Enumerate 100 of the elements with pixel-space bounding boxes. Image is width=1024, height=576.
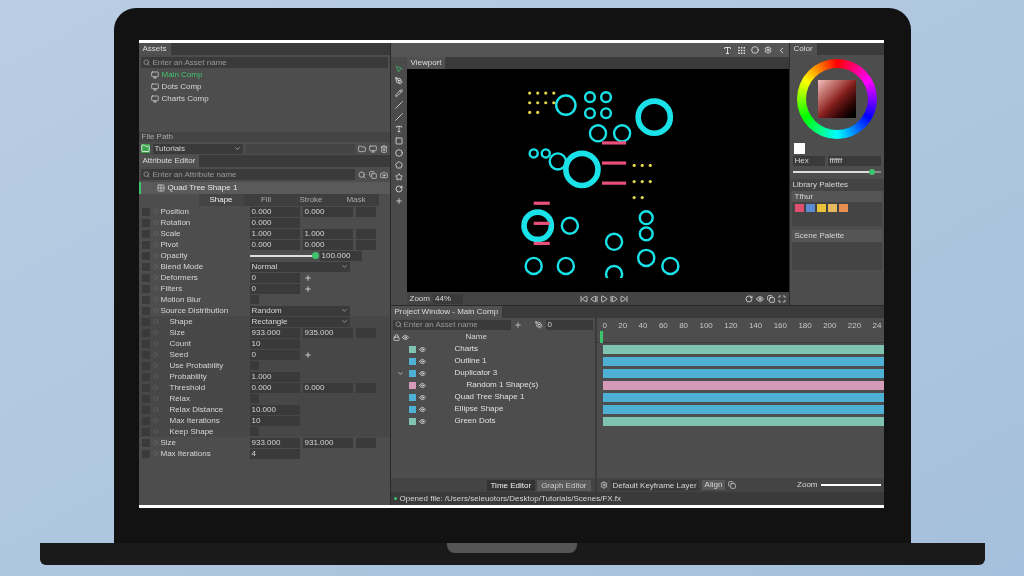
pentagon-icon[interactable] bbox=[394, 161, 403, 169]
editor-tab[interactable]: Graph Editor bbox=[537, 479, 591, 491]
number-field[interactable]: 931.000 bbox=[302, 437, 353, 448]
zoom-dropdown[interactable]: 44% bbox=[432, 293, 463, 304]
pencil-icon[interactable] bbox=[394, 89, 403, 97]
layer-row[interactable]: Green Dots bbox=[390, 415, 595, 427]
text-icon[interactable] bbox=[722, 45, 732, 55]
layer-track[interactable] bbox=[602, 344, 884, 354]
number-field[interactable]: 1.000 bbox=[249, 228, 300, 239]
layer-row[interactable]: Random 1 Shape(s) bbox=[390, 379, 595, 391]
palette-swatch[interactable] bbox=[816, 204, 826, 212]
palette-swatch[interactable] bbox=[827, 204, 837, 212]
number-field[interactable]: 100.000 bbox=[319, 250, 362, 261]
eye-icon[interactable] bbox=[755, 294, 764, 303]
search-field[interactable]: Enter an Asset name bbox=[140, 57, 388, 68]
number-field[interactable]: 10 bbox=[249, 415, 300, 426]
number-field[interactable]: 0 bbox=[249, 283, 300, 294]
rectangle-icon[interactable] bbox=[394, 137, 403, 145]
search-field[interactable]: Enter an Attribute name bbox=[140, 169, 355, 180]
panel-tab[interactable]: Project Window - Main Comp bbox=[390, 306, 503, 318]
star-icon[interactable] bbox=[394, 173, 403, 181]
keyframe-layer-dropdown[interactable]: Default Keyframe Layer bbox=[610, 479, 699, 491]
eye-icon[interactable] bbox=[418, 369, 426, 377]
pen-icon[interactable] bbox=[394, 77, 403, 85]
slider-thumb[interactable] bbox=[311, 251, 319, 259]
skip-forward-icon[interactable] bbox=[619, 294, 628, 303]
panel-tab[interactable]: Color bbox=[789, 43, 817, 55]
lock-icon[interactable] bbox=[392, 333, 400, 341]
attribute-tab[interactable]: Fill bbox=[243, 194, 289, 206]
layer-track[interactable] bbox=[602, 416, 884, 426]
layer-row[interactable]: Ellipse Shape bbox=[390, 403, 595, 415]
add-icon[interactable] bbox=[513, 320, 522, 329]
eye-icon[interactable] bbox=[418, 345, 426, 353]
add-icon[interactable] bbox=[303, 350, 312, 359]
layer-row[interactable]: Quad Tree Shape 1 bbox=[390, 391, 595, 403]
hex-field[interactable]: ffffff bbox=[827, 156, 881, 166]
slider-thumb[interactable] bbox=[868, 169, 875, 175]
search-icon[interactable] bbox=[357, 170, 366, 179]
expand-caret-icon[interactable] bbox=[396, 369, 404, 377]
dropdown[interactable]: Random bbox=[249, 305, 350, 316]
palette-name[interactable]: Tfhur bbox=[791, 191, 882, 202]
add-icon[interactable] bbox=[303, 284, 312, 293]
grid-icon[interactable] bbox=[736, 45, 746, 55]
number-field[interactable]: 0.000 bbox=[249, 382, 300, 393]
eye-icon[interactable] bbox=[418, 357, 426, 365]
number-field[interactable]: 0.000 bbox=[302, 206, 353, 217]
copy-icon[interactable] bbox=[368, 170, 377, 179]
number-field[interactable]: 935.000 bbox=[302, 327, 353, 338]
playhead-marker[interactable] bbox=[599, 331, 603, 343]
layer-row[interactable]: Duplicator 3 bbox=[390, 367, 595, 379]
attribute-tab[interactable]: Mask bbox=[333, 194, 379, 206]
palette-swatch[interactable] bbox=[838, 204, 848, 212]
asset-item[interactable]: Dots Comp bbox=[161, 82, 202, 92]
play-icon[interactable] bbox=[599, 294, 608, 303]
layer-track[interactable] bbox=[602, 404, 884, 414]
folder-dropdown[interactable]: Tutorials bbox=[152, 143, 243, 154]
line-icon[interactable] bbox=[394, 113, 403, 121]
opacity-slider[interactable] bbox=[249, 254, 316, 257]
layer-track[interactable] bbox=[602, 356, 884, 366]
number-field[interactable]: 0.000 bbox=[302, 382, 353, 393]
panel-tab[interactable]: Viewport bbox=[406, 57, 446, 69]
layer-row[interactable]: Outline 1 bbox=[390, 355, 595, 367]
plus-icon[interactable] bbox=[394, 197, 403, 205]
number-field[interactable]: 933.000 bbox=[249, 327, 300, 338]
pen-icon[interactable] bbox=[534, 320, 543, 329]
editor-tab[interactable]: Time Editor bbox=[486, 479, 536, 491]
pointer-icon[interactable] bbox=[394, 65, 403, 73]
rotate-icon[interactable] bbox=[394, 185, 403, 193]
eye-icon[interactable] bbox=[418, 381, 426, 389]
number-field[interactable]: 0.000 bbox=[249, 206, 300, 217]
palette-swatch[interactable] bbox=[794, 204, 804, 212]
layer-track[interactable] bbox=[602, 380, 884, 390]
number-field[interactable]: 10 bbox=[249, 338, 300, 349]
fullscreen-icon[interactable] bbox=[777, 294, 786, 303]
layer-track[interactable] bbox=[602, 392, 884, 402]
step-forward-icon[interactable] bbox=[609, 294, 618, 303]
camera-icon[interactable] bbox=[379, 170, 388, 179]
ellipse-icon[interactable] bbox=[394, 149, 403, 157]
align-button[interactable]: Align bbox=[701, 480, 726, 490]
number-field[interactable]: 0 bbox=[249, 272, 300, 283]
folder-icon[interactable] bbox=[357, 144, 366, 153]
asset-item[interactable]: Charts Comp bbox=[161, 94, 209, 104]
trash-icon[interactable] bbox=[379, 144, 388, 153]
copy-icon[interactable] bbox=[766, 294, 775, 303]
settings-icon[interactable] bbox=[763, 46, 772, 54]
number-field[interactable]: 933.000 bbox=[249, 437, 300, 448]
number-field[interactable]: 1.000 bbox=[302, 228, 353, 239]
dropdown[interactable]: Normal bbox=[249, 261, 350, 272]
attribute-tab[interactable]: Shape bbox=[198, 194, 244, 206]
attribute-tab[interactable]: Stroke bbox=[288, 194, 334, 206]
palette-swatch[interactable] bbox=[805, 204, 815, 212]
layer-row[interactable]: Charts bbox=[390, 343, 595, 355]
number-field[interactable]: 0 bbox=[249, 349, 300, 360]
refresh-icon[interactable] bbox=[744, 294, 753, 303]
eye-icon[interactable] bbox=[401, 333, 409, 341]
number-field[interactable]: 0.000 bbox=[249, 239, 300, 250]
eye-icon[interactable] bbox=[418, 417, 426, 425]
text-icon[interactable] bbox=[394, 125, 403, 133]
eye-icon[interactable] bbox=[418, 405, 426, 413]
eye-icon[interactable] bbox=[418, 393, 426, 401]
